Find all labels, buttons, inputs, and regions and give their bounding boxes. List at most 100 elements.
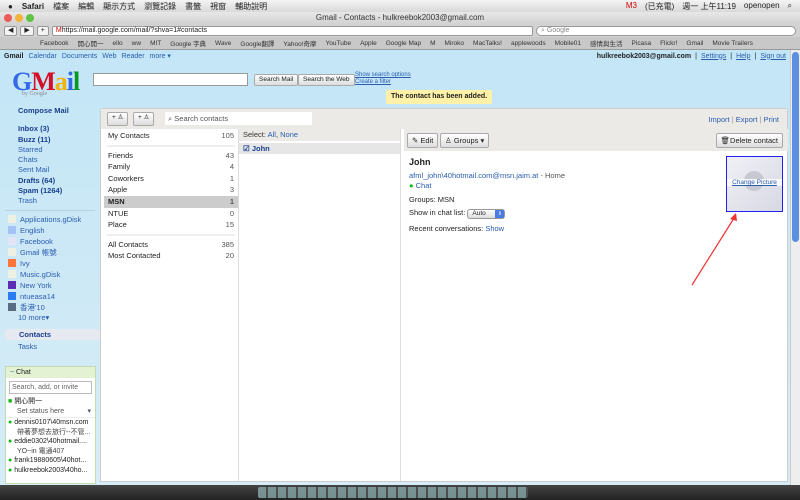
gbar-calendar[interactable]: Calendar <box>28 53 56 60</box>
chat-search-input[interactable]: Search, add, or invite <box>9 381 92 394</box>
menu-item[interactable]: 顯示方式 <box>103 1 135 12</box>
bookmark-item[interactable]: MIT <box>150 40 161 47</box>
gbar-reader[interactable]: Reader <box>122 53 145 60</box>
gmail-logo[interactable]: GMail by Google <box>12 67 80 97</box>
group-item[interactable]: Place 15 <box>104 219 238 231</box>
gbar-documents[interactable]: Documents <box>62 53 97 60</box>
group-item[interactable]: Apple 3 <box>104 184 238 196</box>
bookmark-item[interactable]: Google翻譯 <box>240 38 274 48</box>
gbar-gmail[interactable]: Gmail <box>4 53 23 60</box>
clock[interactable]: 週一 上午11:19 <box>682 1 736 12</box>
label-item[interactable]: Gmail 帳號 <box>0 247 100 258</box>
menu-item[interactable]: 瀏覽記錄 <box>144 1 176 12</box>
sidebar-item[interactable]: Trash <box>0 196 100 206</box>
chat-buddy[interactable]: ● frank19880605\40hot... <box>6 456 95 466</box>
chat-buddy[interactable]: ● hulkreebok2003\40ho... <box>6 466 95 476</box>
gbar-web[interactable]: Web <box>102 53 116 60</box>
close-button[interactable] <box>4 14 12 22</box>
menu-item[interactable]: 編輯 <box>78 1 94 12</box>
bookmark-item[interactable]: Apple <box>360 40 377 47</box>
show-conversations-link[interactable]: Show <box>485 224 504 233</box>
bookmark-item[interactable]: Facebook <box>40 40 69 47</box>
apple-icon[interactable]: ● <box>8 2 13 11</box>
google-search-field[interactable]: ⌕ Google <box>536 25 796 36</box>
mail-search-input[interactable] <box>93 73 248 86</box>
contact-email[interactable]: afml_john\40hotmail.com@msn.jaim.at <box>409 171 538 180</box>
dock-icons[interactable] <box>258 487 528 498</box>
search-contacts-input[interactable]: ⌕ Search contacts <box>165 112 312 125</box>
label-item[interactable]: Ivy <box>0 258 100 269</box>
sidebar-item-tasks[interactable]: Tasks <box>0 342 100 352</box>
signout-link[interactable]: Sign out <box>760 53 786 60</box>
search-mail-button[interactable]: Search Mail <box>254 74 299 86</box>
label-item[interactable]: 香港'10 <box>0 302 100 313</box>
import-link[interactable]: Import <box>708 115 729 124</box>
bookmark-item[interactable]: ello <box>113 40 123 47</box>
chat-buddy[interactable]: ● eddie0302\40hotmail.... <box>6 437 95 447</box>
chat-list-select[interactable]: Auto ⇕ <box>467 209 506 219</box>
change-picture-link[interactable]: Change Picture <box>727 179 782 186</box>
status-selector[interactable]: Set status here ▾ <box>6 407 95 418</box>
bookmark-item[interactable]: Gmail <box>686 40 703 47</box>
group-item[interactable]: Most Contacted 20 <box>104 250 238 262</box>
label-item[interactable]: Facebook <box>0 236 100 247</box>
sidebar-item[interactable]: Starred <box>0 145 100 155</box>
forward-button[interactable]: ▶ <box>20 25 34 36</box>
edit-button[interactable]: ✎ Edit <box>407 133 439 148</box>
bookmark-item[interactable]: Google Map <box>386 40 421 47</box>
url-field[interactable]: Mhttps://mail.google.com/mail/?shva=1#co… <box>51 25 533 36</box>
menu-item[interactable]: 輔助說明 <box>235 1 267 12</box>
group-item[interactable]: NTUE 0 <box>104 208 238 220</box>
create-filter-link[interactable]: Create a filter <box>355 79 391 85</box>
bookmark-item[interactable]: applewoods <box>511 40 546 47</box>
bookmark-item[interactable]: Flickr! <box>660 40 677 47</box>
chat-link[interactable]: Chat <box>416 181 432 190</box>
show-search-options-link[interactable]: Show search options <box>355 72 411 78</box>
group-item[interactable]: My Contacts 105 <box>104 130 238 142</box>
battery-status[interactable]: (已充電) <box>645 1 674 12</box>
bookmark-item[interactable]: 開心開一 <box>78 38 104 48</box>
minimize-button[interactable] <box>15 14 23 22</box>
search-web-button[interactable]: Search the Web <box>298 74 355 86</box>
checkbox[interactable]: ☑ <box>243 144 250 153</box>
zoom-button[interactable] <box>26 14 34 22</box>
add-bookmark-button[interactable]: + <box>36 25 49 36</box>
help-link[interactable]: Help <box>736 53 750 60</box>
sidebar-item-contacts[interactable]: Contacts <box>5 328 100 340</box>
gbar-more[interactable]: more ▾ <box>150 52 171 60</box>
contact-picture[interactable]: Change Picture <box>726 156 783 212</box>
bookmark-item[interactable]: MacTalks! <box>473 40 502 47</box>
bookmark-item[interactable]: ww <box>132 40 141 47</box>
page-scrollbar[interactable] <box>790 50 800 485</box>
group-item[interactable]: MSN 1 <box>104 195 238 208</box>
spotlight-icon[interactable]: ⌕ <box>788 1 792 12</box>
export-link[interactable]: Export <box>736 115 758 124</box>
add-group-button[interactable]: + ♙ <box>133 112 155 126</box>
sidebar-item[interactable]: Spam (1264) <box>0 186 100 196</box>
group-item[interactable]: All Contacts 385 <box>104 239 238 251</box>
bookmark-item[interactable]: Wave <box>215 40 231 47</box>
bookmark-item[interactable]: Movie Trailers <box>712 40 752 47</box>
add-contact-button[interactable]: + ♙ <box>107 112 129 126</box>
delete-contact-button[interactable]: 🗑Delete contact <box>715 133 783 148</box>
sidebar-item[interactable]: Drafts (64) <box>0 176 100 186</box>
label-item[interactable]: ntueasa14 <box>0 291 100 302</box>
sidebar-item[interactable]: Inbox (3) <box>0 124 100 134</box>
bookmark-item[interactable]: Picasa <box>632 40 652 47</box>
scroll-thumb[interactable] <box>792 52 799 242</box>
select-all-link[interactable]: All <box>268 130 276 139</box>
sidebar-item[interactable]: Chats <box>0 155 100 165</box>
group-item[interactable]: Coworkers 1 <box>104 173 238 185</box>
group-item[interactable]: Friends 43 <box>104 150 238 162</box>
label-item[interactable]: Applications.gDisk <box>0 214 100 225</box>
user-name[interactable]: openopen <box>744 1 780 12</box>
bookmark-item[interactable]: 感情與生活 <box>590 38 623 48</box>
chat-header[interactable]: − Chat <box>6 367 95 378</box>
compose-mail-link[interactable]: Compose Mail <box>0 106 100 116</box>
sidebar-item[interactable]: Sent Mail <box>0 165 100 175</box>
bookmark-item[interactable]: YouTube <box>326 40 352 47</box>
menu-item[interactable]: 檔案 <box>53 1 69 12</box>
groups-button[interactable]: ♙ Groups ▾ <box>440 133 490 148</box>
label-item[interactable]: Music.gDisk <box>0 269 100 280</box>
contact-row[interactable]: ☑ John <box>239 143 400 154</box>
